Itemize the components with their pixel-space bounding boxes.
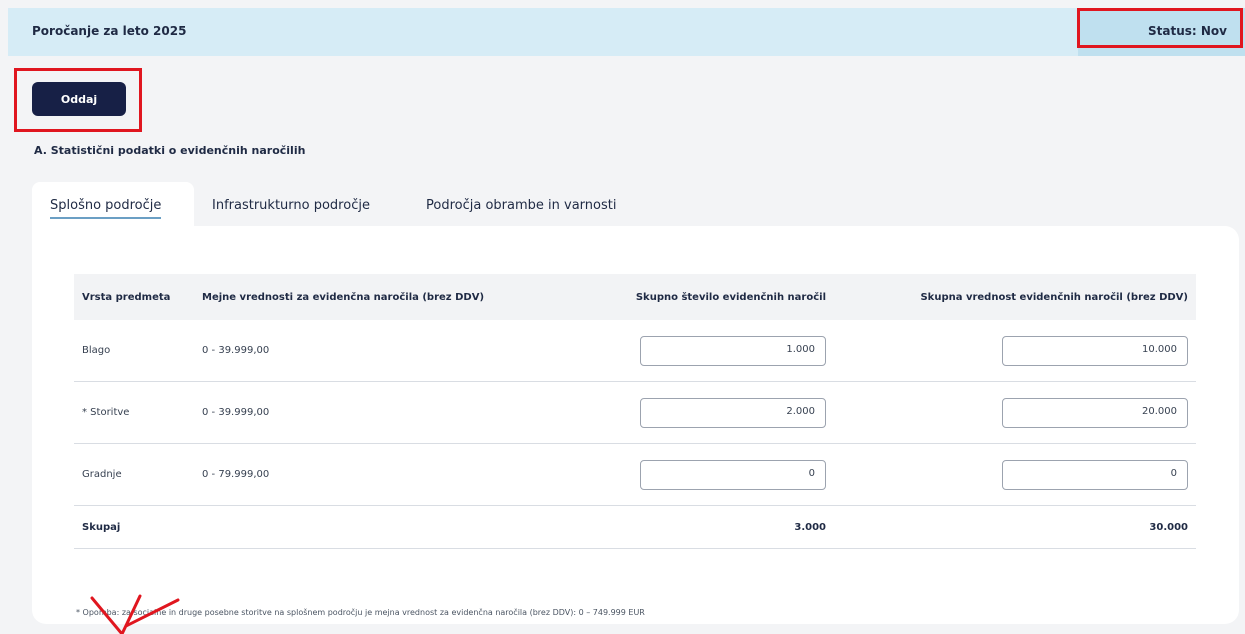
count-input[interactable]: 2.000 xyxy=(640,397,826,428)
tabs-area: Splošno področje Infrastrukturno področj… xyxy=(32,182,1239,624)
table-row: * Storitve 0 - 39.999,00 2.000 20.000 xyxy=(74,381,1196,444)
count-input[interactable]: 0 xyxy=(640,459,826,490)
tab-infrastructure[interactable]: Infrastrukturno področje xyxy=(212,182,402,226)
row-type: Blago xyxy=(74,320,194,382)
table-header-row: Vrsta predmeta Mejne vrednosti za eviden… xyxy=(74,274,1196,320)
total-row: Skupaj 3.000 30.000 xyxy=(74,505,1196,549)
table-row: Gradnje 0 - 79.999,00 0 0 xyxy=(74,443,1196,506)
section-title: A. Statistični podatki o evidenčnih naro… xyxy=(34,144,306,157)
table-row: Blago 0 - 39.999,00 1.000 10.000 xyxy=(74,320,1196,382)
total-value: 30.000 xyxy=(834,505,1196,549)
row-limits: 0 - 39.999,00 xyxy=(194,320,494,382)
col-header-limits: Mejne vrednosti za evidenčna naročila (b… xyxy=(194,274,494,320)
value-input[interactable]: 0 xyxy=(1002,459,1188,490)
total-count: 3.000 xyxy=(494,505,834,549)
row-limits: 0 - 79.999,00 xyxy=(194,443,494,506)
row-type: * Storitve xyxy=(74,381,194,444)
report-header-bar: Poročanje za leto 2025 Status: Nov xyxy=(8,8,1245,56)
tab-general-label: Splošno področje xyxy=(50,198,162,219)
status-highlight-box xyxy=(1077,8,1243,48)
row-limits: 0 - 39.999,00 xyxy=(194,381,494,444)
value-input[interactable]: 10.000 xyxy=(1002,335,1188,366)
col-header-count: Skupno število evidenčnih naročil xyxy=(494,274,834,320)
tab-panel: Vrsta predmeta Mejne vrednosti za eviden… xyxy=(32,226,1239,624)
tab-general[interactable]: Splošno področje xyxy=(32,182,194,226)
footnote: * Opomba: za socialne in druge posebne s… xyxy=(76,608,645,617)
tab-defense-security[interactable]: Področja obrambe in varnosti xyxy=(426,182,656,226)
submit-button[interactable]: Oddaj xyxy=(32,82,126,116)
row-type: Gradnje xyxy=(74,443,194,506)
count-input[interactable]: 1.000 xyxy=(640,335,826,366)
total-label: Skupaj xyxy=(74,505,194,549)
col-header-type: Vrsta predmeta xyxy=(74,274,194,320)
procurement-table: Vrsta predmeta Mejne vrednosti za eviden… xyxy=(74,274,1196,549)
tab-infrastructure-label: Infrastrukturno področje xyxy=(212,198,370,213)
value-input[interactable]: 20.000 xyxy=(1002,397,1188,428)
report-title: Poročanje za leto 2025 xyxy=(32,24,187,38)
tab-defense-security-label: Področja obrambe in varnosti xyxy=(426,198,617,213)
col-header-value: Skupna vrednost evidenčnih naročil (brez… xyxy=(834,274,1196,320)
